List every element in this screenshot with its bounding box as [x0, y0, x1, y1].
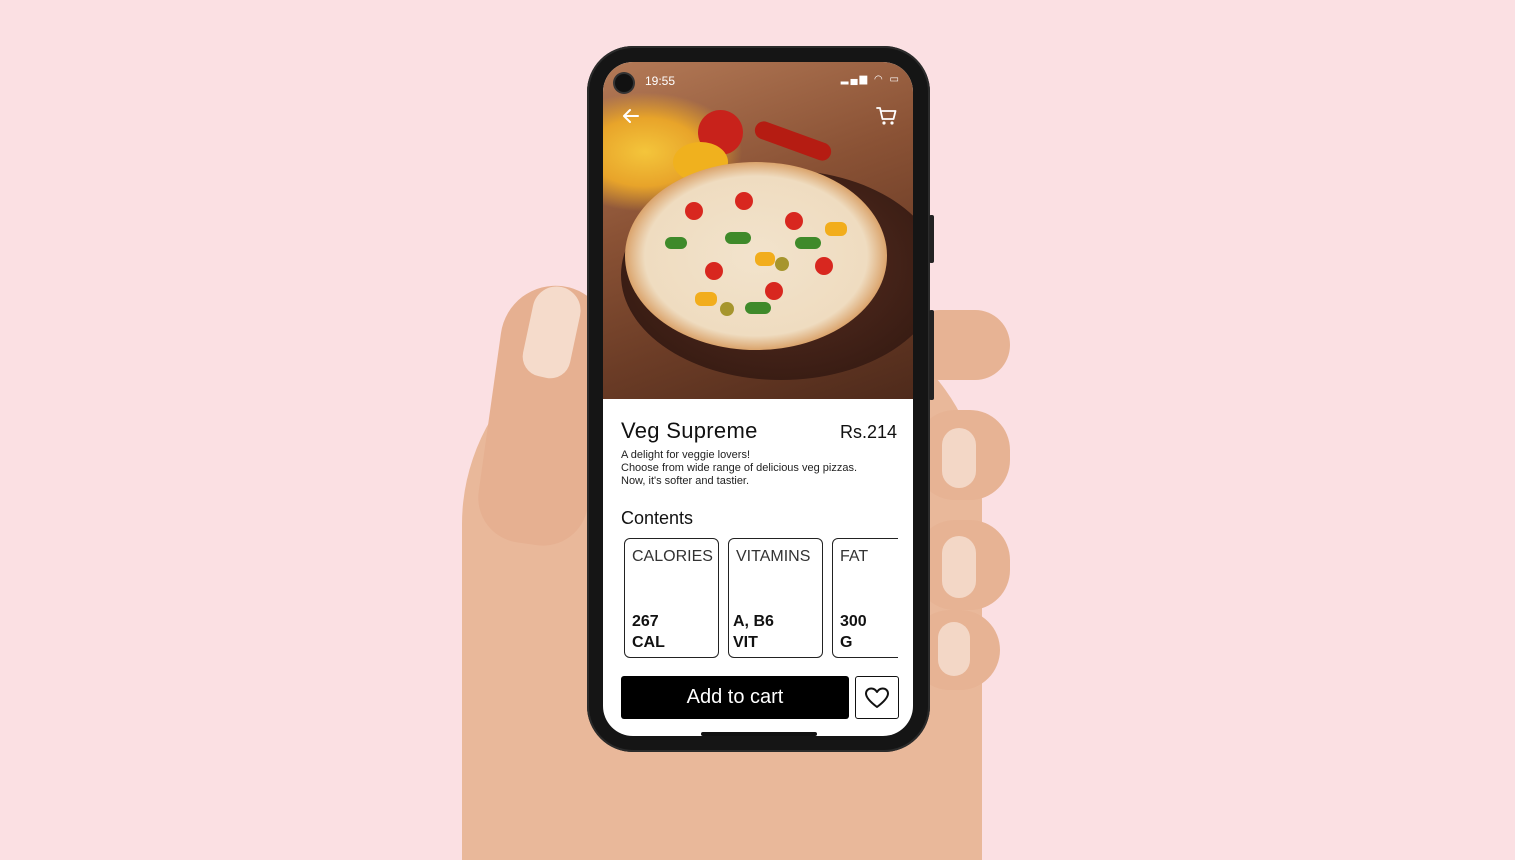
card-value-line: VIT [733, 634, 758, 651]
card-value-line: G [840, 634, 853, 651]
battery-icon: ▭ [889, 74, 901, 85]
olive-topping [720, 302, 734, 316]
card-label: CALORIES [632, 548, 713, 565]
wifi-icon: ◠ [874, 74, 885, 85]
pepper-topping [795, 237, 821, 249]
status-time: 19:55 [645, 74, 676, 88]
product-description: A delight for veggie lovers! Choose from… [621, 449, 857, 488]
fingernail [942, 536, 976, 598]
product-price: Rs.214 [839, 422, 897, 442]
arrow-left-icon [623, 109, 639, 123]
tomato-topping [685, 202, 703, 220]
status-bar: 19:55 ▂▄▆ ◠ ▭ [603, 62, 913, 98]
card-value: A, B6 VIT [733, 611, 774, 653]
contents-heading: Contents [621, 508, 694, 528]
card-value-line: 300 [840, 613, 867, 630]
cart-icon [876, 107, 897, 125]
cart-button[interactable] [873, 102, 901, 130]
pizza-hero-image: 19:55 ▂▄▆ ◠ ▭ [603, 62, 913, 399]
fingernail [942, 428, 976, 488]
phone-side-button [929, 215, 934, 263]
phone-side-button [929, 310, 934, 400]
camera-icon [615, 74, 633, 92]
card-value: 267 CAL [632, 611, 665, 653]
contents-card-calories[interactable]: CALORIES 267 CAL [624, 538, 719, 658]
pepper-topping [725, 232, 751, 244]
home-indicator[interactable] [701, 732, 817, 736]
signal-icon: ▂▄▆ [840, 74, 870, 85]
pizza [625, 162, 887, 350]
contents-card-vitamins[interactable]: VITAMINS A, B6 VIT [728, 538, 823, 658]
olive-topping [775, 257, 789, 271]
yellow-pepper-topping [825, 222, 847, 236]
card-value-line: A, B6 [733, 613, 774, 630]
fingernail [938, 622, 970, 676]
card-label: VITAMINS [736, 548, 811, 565]
pepper-topping [665, 237, 687, 249]
yellow-pepper-topping [695, 292, 717, 306]
status-icons: ▂▄▆ ◠ ▭ [841, 74, 901, 85]
tomato-topping [765, 282, 783, 300]
tomato-topping [815, 257, 833, 275]
heart-icon [865, 687, 889, 708]
card-value: 300 G [840, 611, 867, 653]
pepper-topping [745, 302, 771, 314]
contents-cards-scroller[interactable]: CALORIES 267 CAL VITAMINS A, B6 VIT FAT … [621, 536, 898, 660]
card-value-line: 267 [632, 613, 659, 630]
tomato-topping [705, 262, 723, 280]
yellow-pepper-topping [755, 252, 775, 266]
contents-card-fat[interactable]: FAT 300 G [832, 538, 898, 658]
tomato-topping [735, 192, 753, 210]
phone-screen: 19:55 ▂▄▆ ◠ ▭ Veg Supreme Rs.214 A delig… [603, 62, 913, 736]
description-line: A delight for veggie lovers! [621, 449, 751, 461]
favorite-button[interactable] [855, 676, 899, 719]
product-title: Veg Supreme [621, 418, 758, 443]
description-line: Choose from wide range of delicious veg … [621, 462, 858, 474]
card-label: FAT [840, 548, 869, 565]
tomato-topping [785, 212, 803, 230]
back-button[interactable] [617, 102, 645, 130]
description-line: Now, it's softer and tastier. [621, 475, 750, 487]
card-value-line: CAL [632, 634, 665, 651]
add-to-cart-button[interactable]: Add to cart [621, 676, 849, 719]
chili-decoration [752, 118, 834, 164]
